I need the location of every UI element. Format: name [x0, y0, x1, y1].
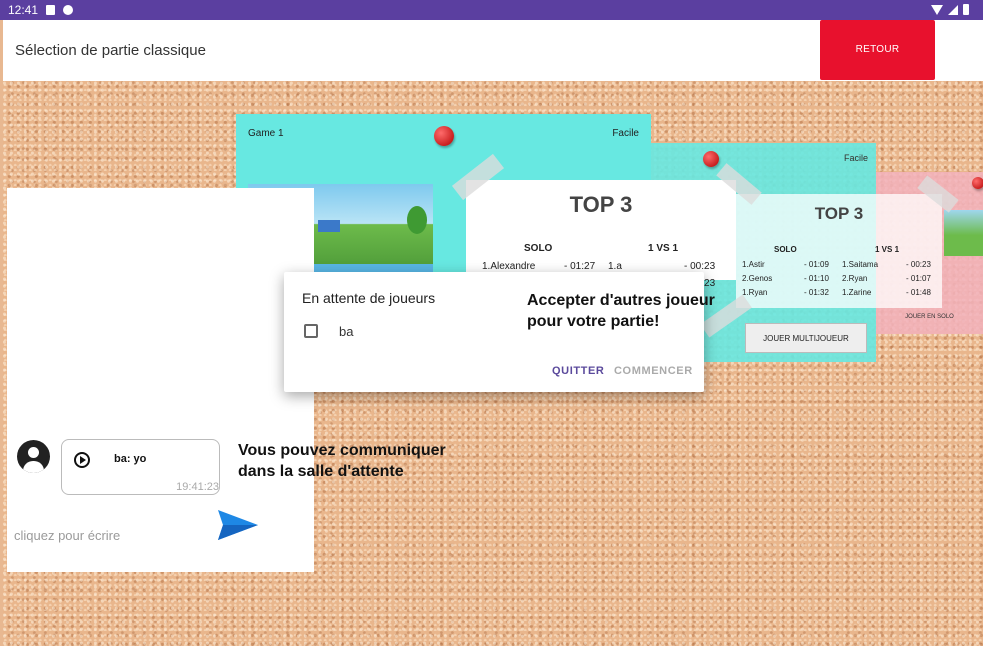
- solo-row-name: 1.Ryan: [742, 288, 768, 297]
- play-solo-button[interactable]: JOUER EN SOLO: [876, 308, 983, 326]
- leaderboard-title: TOP 3: [814, 204, 864, 223]
- vs-header: 1 VS 1: [648, 243, 679, 254]
- game-thumbnail[interactable]: [944, 210, 983, 256]
- avatar: [17, 440, 50, 473]
- game-difficulty: Facile: [612, 128, 639, 139]
- play-icon[interactable]: [74, 452, 90, 468]
- leaderboard-1: TOP 3 SOLO 1 VS 1 1.Alexandre - 01:27 1.…: [466, 180, 736, 289]
- sim-icon: [46, 5, 55, 15]
- chat-hint: Vous pouvez communiquer dans la salle d'…: [238, 442, 446, 480]
- player-checkbox[interactable]: [304, 324, 318, 338]
- house-icon: [318, 220, 340, 232]
- chat-message-time: 19:41:23: [176, 481, 219, 493]
- pin-icon: [972, 177, 983, 189]
- vs-row-time: - 01:07: [906, 274, 931, 283]
- vs-header: 1 VS 1: [875, 245, 900, 254]
- vs-row-name: 1.Saitama: [842, 260, 879, 269]
- solo-row-time: - 01:09: [804, 260, 829, 269]
- wifi-icon: [931, 4, 943, 15]
- play-multiplayer-button[interactable]: JOUER MULTIJOUEUR: [745, 323, 867, 353]
- start-button[interactable]: COMMENCER: [614, 365, 693, 377]
- solo-row-name: 1.Alexandre: [482, 261, 536, 272]
- status-right: [931, 4, 969, 15]
- back-button[interactable]: RETOUR: [820, 20, 935, 80]
- solo-row-time: - 01:10: [804, 274, 829, 283]
- player-name: ba: [339, 324, 354, 339]
- status-bar: 12:41: [0, 0, 983, 20]
- pin-icon: [434, 126, 454, 146]
- vs-row-name: 1.Zarine: [842, 288, 872, 297]
- tree-icon: [407, 206, 427, 234]
- vs-row-time: - 01:48: [906, 288, 931, 297]
- app-bar: Sélection de partie classique RETOUR: [3, 20, 983, 81]
- vs-row-name: 1.a: [608, 261, 622, 272]
- send-icon[interactable]: [217, 509, 259, 541]
- chat-panel: [7, 188, 314, 572]
- chat-message-text: ba: yo: [114, 453, 147, 465]
- solo-header: SOLO: [524, 243, 553, 254]
- avatar-body: [23, 461, 44, 473]
- dialog-title: En attente de joueurs: [302, 290, 436, 306]
- vs-row-name: 2.Ryan: [842, 274, 868, 283]
- solo-row-time: - 01:32: [804, 288, 829, 297]
- game-difficulty: Facile: [843, 153, 868, 163]
- vs-row-time: - 00:23: [906, 260, 931, 269]
- solo-row-name: 2.Genos: [742, 274, 773, 283]
- signal-icon: [948, 4, 958, 15]
- battery-icon: [963, 4, 969, 15]
- quit-button[interactable]: QUITTER: [552, 365, 604, 377]
- avatar-head: [28, 447, 39, 458]
- chat-message-bubble: ba: yo 19:41:23: [61, 439, 220, 495]
- solo-row-time: - 01:27: [564, 261, 596, 272]
- game-name: Game 1: [248, 128, 284, 139]
- leaderboard-title: TOP 3: [569, 192, 633, 217]
- page-title: Sélection de partie classique: [15, 42, 206, 59]
- vs-row-time: - 00:23: [684, 261, 716, 272]
- solo-row-name: 1.Astir: [742, 260, 765, 269]
- chat-input[interactable]: [14, 526, 204, 544]
- pin-icon: [703, 151, 719, 167]
- leaderboard-2: TOP 3 SOLO 1 VS 1 1.Astir - 01:09 1.Sait…: [736, 194, 942, 308]
- solo-header: SOLO: [774, 245, 797, 254]
- dialog-hint: Accepter d'autres joueur pour votre part…: [527, 292, 715, 330]
- status-time: 12:41: [8, 3, 39, 17]
- sync-icon: [63, 5, 73, 15]
